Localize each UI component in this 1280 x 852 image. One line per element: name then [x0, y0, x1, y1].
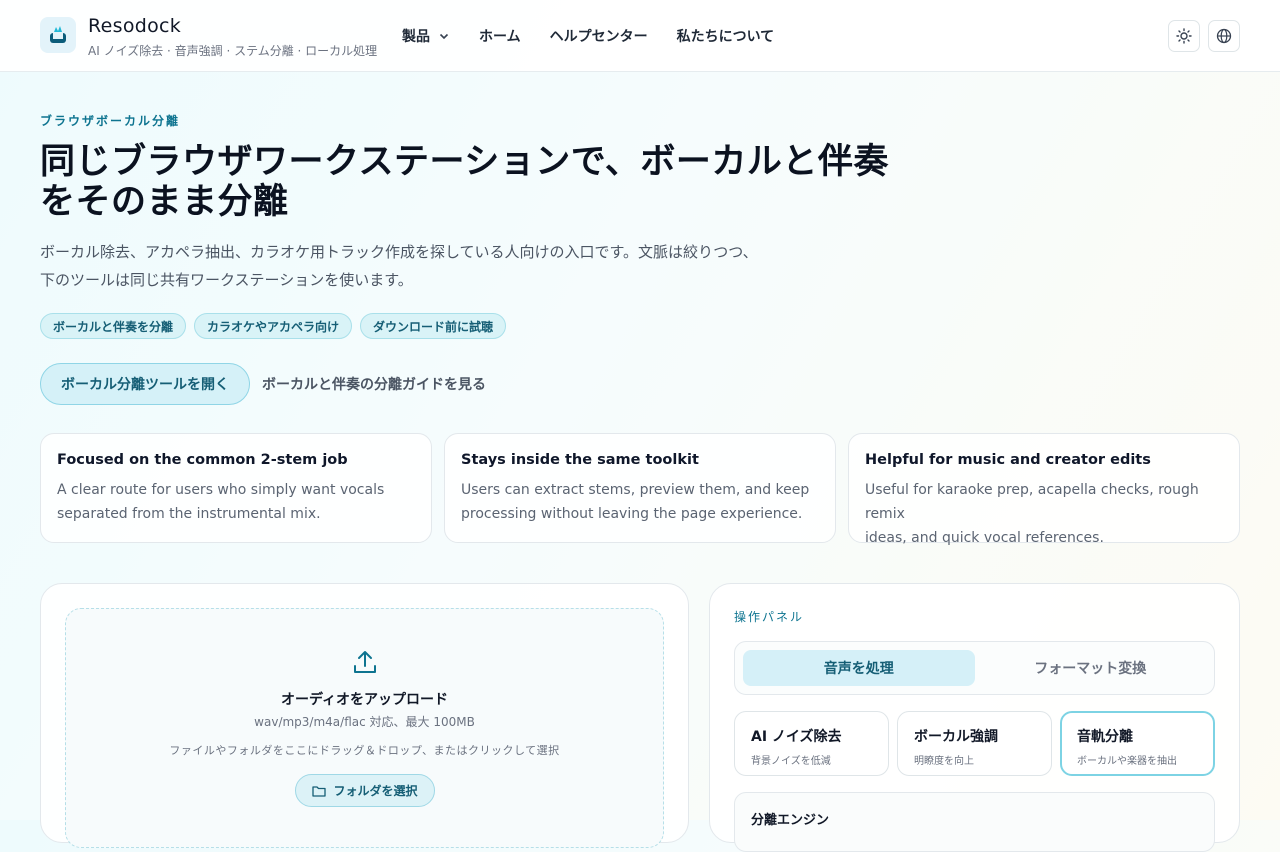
- page-title-line2: をそのまま分離: [40, 182, 289, 222]
- chevron-down-icon: [439, 33, 449, 40]
- process-modes: AI ノイズ除去 背景ノイズを低減 ボーカル強調 明瞭度を向上 音軌分離 ボーカ…: [734, 711, 1223, 776]
- upload-panel: オーディオをアップロード wav/mp3/m4a/flac 対応、最大 100M…: [40, 583, 689, 848]
- tab-process-audio[interactable]: 音声を処理: [743, 650, 975, 686]
- mode-title: AI ノイズ除去: [751, 729, 842, 745]
- feature-text-line1: A clear route for users who simply want …: [57, 482, 385, 498]
- mode-tabs: 音声を処理 フォーマット変換: [734, 641, 1215, 695]
- page-title: 同じブラウザワークステーションで、ボーカルと伴奏 をそのまま分離: [40, 142, 940, 222]
- logo-icon: [50, 26, 66, 43]
- mode-stem-separation[interactable]: 音軌分離 ボーカルや楽器を抽出: [1060, 711, 1215, 776]
- upload-icon: [354, 651, 376, 673]
- select-folder-button[interactable]: フォルダを選択: [295, 774, 435, 807]
- engine-section: 分離エンジン: [734, 792, 1215, 852]
- mode-title: 音軌分離: [1077, 729, 1133, 745]
- mode-noise-reduction[interactable]: AI ノイズ除去 背景ノイズを低減: [734, 711, 889, 776]
- panel-label: 操作パネル: [734, 610, 805, 624]
- nav-products-label: 製品: [402, 29, 430, 45]
- upload-title: オーディオをアップロード: [280, 692, 449, 708]
- folder-icon: [312, 785, 327, 797]
- control-panel: 操作パネル 音声を処理 フォーマット変換 AI ノイズ除去 背景ノイズを低減 ボ…: [709, 583, 1240, 852]
- feature-text-line1: Useful for karaoke prep, acapella checks…: [865, 482, 1199, 522]
- mode-subtitle: 明瞭度を向上: [914, 756, 974, 767]
- feature-chips: ボーカルと伴奏を分離 カラオケやアカペラ向け ダウンロード前に試聴: [40, 313, 514, 339]
- page-title-line1: 同じブラウザワークステーションで、ボーカルと伴奏: [40, 142, 889, 182]
- feature-card: Stays inside the same toolkit Users can …: [444, 433, 836, 543]
- nav-home[interactable]: ホーム: [479, 26, 521, 46]
- sun-icon: [1176, 28, 1192, 44]
- open-tool-button[interactable]: ボーカル分離ツールを開く: [40, 363, 250, 405]
- nav-products[interactable]: 製品: [402, 26, 450, 46]
- chip-karaoke: カラオケやアカペラ向け: [194, 313, 353, 339]
- chip-separate: ボーカルと伴奏を分離: [40, 313, 187, 339]
- feature-title: Stays inside the same toolkit: [461, 452, 699, 468]
- nav-help-center[interactable]: ヘルプセンター: [550, 26, 648, 46]
- mode-subtitle: 背景ノイズを低減: [751, 756, 831, 767]
- feature-text-line1: Users can extract stems, preview them, a…: [461, 482, 810, 498]
- upload-dropzone[interactable]: オーディオをアップロード wav/mp3/m4a/flac 対応、最大 100M…: [65, 608, 664, 848]
- brand-tagline: AI ノイズ除去 · 音声強調 · ステム分離 · ローカル処理: [88, 44, 378, 58]
- feature-title: Helpful for music and creator edits: [865, 452, 1151, 468]
- hero-description: ボーカル除去、アカペラ抽出、カラオケ用トラック作成を探している人向けの入口です。…: [40, 238, 820, 294]
- hero-description-line1: ボーカル除去、アカペラ抽出、カラオケ用トラック作成を探している人向けの入口です。…: [40, 243, 758, 261]
- theme-toggle-button[interactable]: [1168, 20, 1200, 52]
- feature-card: Helpful for music and creator edits Usef…: [848, 433, 1240, 546]
- hero-description-line2: 下のツールは同じ共有ワークステーションを使います。: [40, 271, 413, 289]
- engine-title: 分離エンジン: [751, 813, 830, 828]
- mode-subtitle: ボーカルや楽器を抽出: [1077, 756, 1177, 767]
- feature-title: Focused on the common 2-stem job: [57, 452, 348, 468]
- mode-title: ボーカル強調: [914, 729, 998, 745]
- chip-preview: ダウンロード前に試聴: [360, 313, 507, 339]
- feature-text-line2: processing without leaving the page expe…: [461, 506, 803, 522]
- globe-icon: [1216, 28, 1232, 44]
- main-nav: 製品 ホーム ヘルプセンター 私たちについて: [402, 26, 803, 46]
- guide-link[interactable]: ボーカルと伴奏の分離ガイドを見る: [262, 374, 486, 394]
- app-logo[interactable]: [40, 17, 76, 53]
- feature-card: Focused on the common 2-stem job A clear…: [40, 433, 432, 543]
- upload-hint: ファイルやフォルダをここにドラッグ＆ドロップ、またはクリックして選択: [169, 744, 560, 757]
- nav-about[interactable]: 私たちについて: [677, 26, 775, 46]
- select-folder-label: フォルダを選択: [333, 784, 418, 798]
- tab-format-convert[interactable]: フォーマット変換: [975, 650, 1207, 686]
- feature-text-line2: separated from the instrumental mix.: [57, 506, 321, 522]
- upload-formats: wav/mp3/m4a/flac 対応、最大 100MB: [254, 715, 475, 729]
- mode-vocal-enhance[interactable]: ボーカル強調 明瞭度を向上: [897, 711, 1052, 776]
- brand-name[interactable]: Resodock: [88, 15, 181, 37]
- language-button[interactable]: [1208, 20, 1240, 52]
- feature-text-line2: ideas, and quick vocal references.: [865, 530, 1104, 546]
- top-header: Resodock AI ノイズ除去 · 音声強調 · ステム分離 · ローカル処…: [0, 0, 1280, 72]
- hero-eyebrow: ブラウザボーカル分離: [40, 114, 181, 128]
